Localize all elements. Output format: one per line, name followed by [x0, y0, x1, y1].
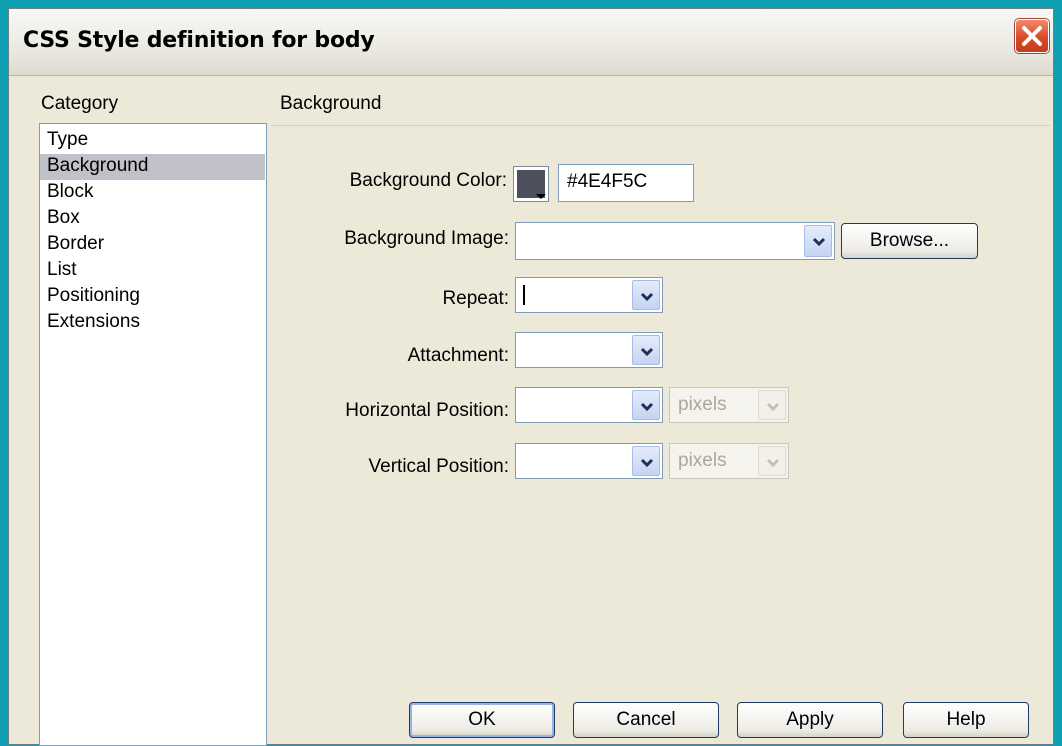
category-item-positioning[interactable]: Positioning	[40, 284, 265, 310]
title-bar: CSS Style definition for body	[9, 9, 1053, 76]
ok-button[interactable]: OK	[409, 702, 555, 738]
chevron-down-icon	[640, 292, 654, 302]
category-item-background[interactable]: Background	[40, 154, 265, 180]
chevron-down-icon	[766, 458, 780, 468]
background-color-label: Background Color:	[349, 170, 507, 191]
category-item-border[interactable]: Border	[40, 232, 265, 258]
attachment-dropdown-button[interactable]	[632, 335, 660, 365]
chevron-down-icon	[640, 347, 654, 357]
category-label: Category	[41, 93, 119, 114]
text-caret	[523, 285, 525, 305]
vertical-unit-value: pixels	[678, 450, 727, 471]
category-item-block[interactable]: Block	[40, 180, 265, 206]
chevron-down-icon	[812, 237, 826, 247]
background-color-input[interactable]: #4E4F5C	[558, 164, 694, 202]
attachment-select[interactable]	[515, 332, 663, 368]
vertical-unit-select: pixels	[669, 443, 789, 479]
horizontal-position-dropdown-button[interactable]	[632, 390, 660, 420]
category-list[interactable]: Type Background Block Box Border List Po…	[39, 123, 267, 746]
apply-button[interactable]: Apply	[737, 702, 883, 738]
dialog-title: CSS Style definition for body	[23, 28, 375, 53]
help-button[interactable]: Help	[903, 702, 1029, 738]
background-image-dropdown-button[interactable]	[804, 225, 832, 257]
horizontal-unit-dropdown-button	[758, 390, 786, 420]
close-button[interactable]	[1015, 19, 1049, 53]
chevron-down-icon	[640, 402, 654, 412]
vertical-position-label: Vertical Position:	[368, 456, 509, 477]
repeat-label: Repeat:	[442, 288, 509, 309]
horizontal-unit-select: pixels	[669, 387, 789, 423]
background-color-swatch[interactable]	[513, 166, 549, 202]
cancel-button[interactable]: Cancel	[573, 702, 719, 738]
horizontal-position-select[interactable]	[515, 387, 663, 423]
repeat-dropdown-button[interactable]	[632, 280, 660, 310]
vertical-position-select[interactable]	[515, 443, 663, 479]
vertical-unit-dropdown-button	[758, 446, 786, 476]
chevron-down-icon	[640, 458, 654, 468]
section-title: Background	[280, 93, 382, 114]
vertical-position-dropdown-button[interactable]	[632, 446, 660, 476]
horizontal-unit-value: pixels	[678, 394, 727, 415]
attachment-label: Attachment:	[407, 345, 509, 366]
swatch-dropdown-icon	[536, 194, 546, 199]
horizontal-position-label: Horizontal Position:	[345, 400, 509, 421]
browse-button[interactable]: Browse...	[841, 223, 978, 259]
category-item-list[interactable]: List	[40, 258, 265, 284]
background-image-combo[interactable]	[515, 222, 835, 260]
category-item-extensions[interactable]: Extensions	[40, 310, 265, 336]
chevron-down-icon	[766, 402, 780, 412]
category-item-box[interactable]: Box	[40, 206, 265, 232]
css-style-dialog: CSS Style definition for body Category T…	[8, 8, 1054, 746]
repeat-select[interactable]	[515, 277, 663, 313]
background-image-label: Background Image:	[344, 228, 509, 249]
section-divider	[271, 125, 1050, 126]
category-item-type[interactable]: Type	[40, 128, 265, 154]
close-icon	[1022, 26, 1042, 46]
